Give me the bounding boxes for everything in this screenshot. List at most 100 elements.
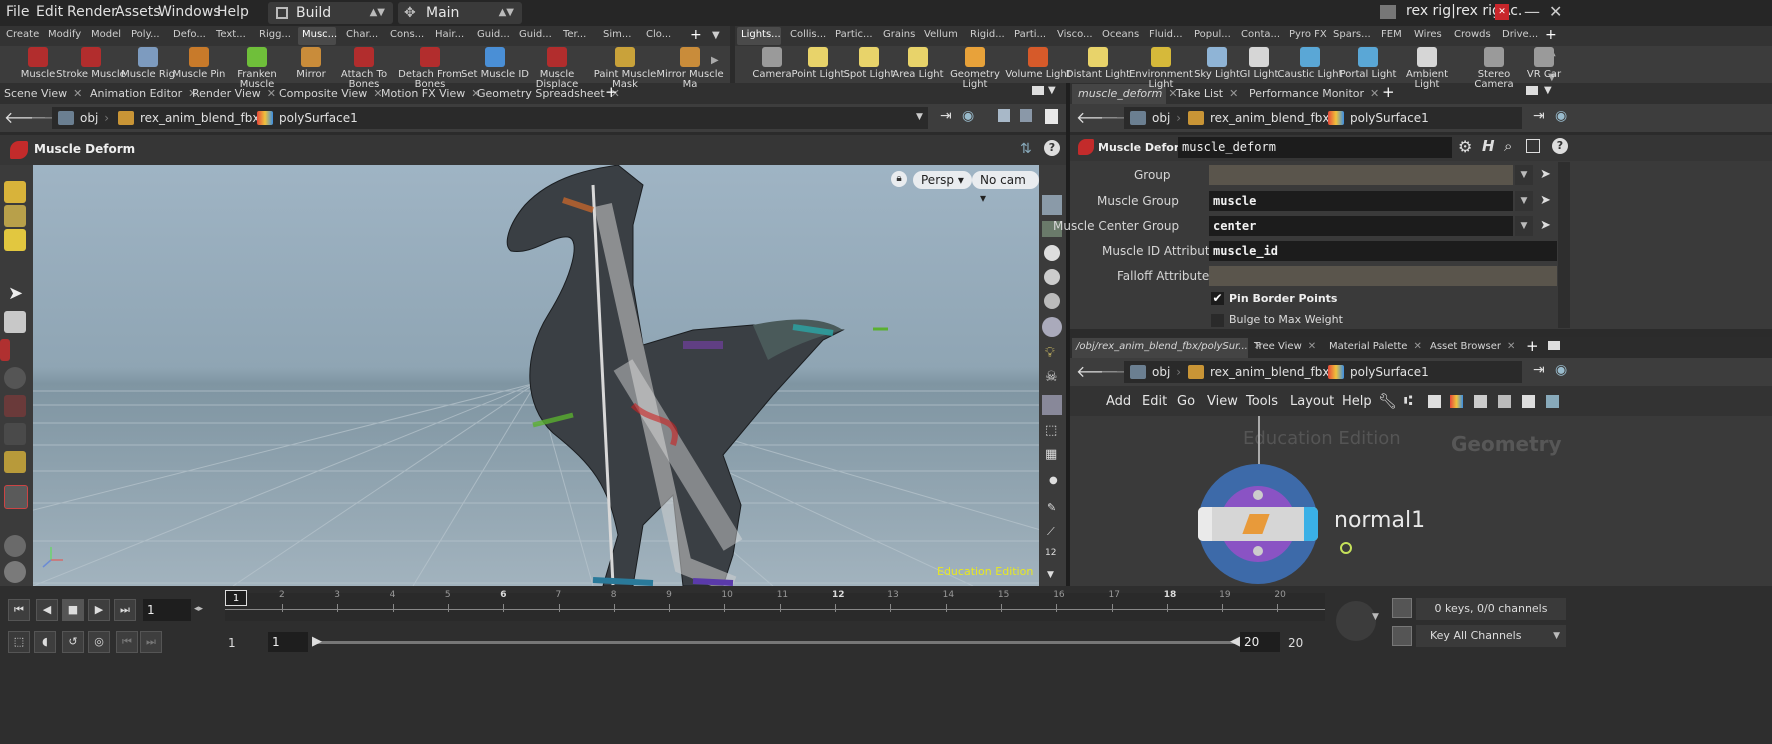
shelf-tool-left-9[interactable]: Muscle Displace [522, 47, 592, 90]
right-crumb-obj[interactable]: obj › [1130, 109, 1181, 127]
group-dropdown-icon[interactable]: ▼ [1515, 165, 1533, 185]
wrench-icon[interactable]: 🔧︎ [1378, 392, 1397, 410]
handle-icon[interactable] [4, 229, 26, 251]
shelf-tab-grains[interactable]: Grains [883, 29, 915, 40]
color-grid-icon[interactable] [1450, 395, 1463, 408]
select-arrow-icon[interactable]: ➤ [8, 283, 23, 304]
snapshot-icon[interactable] [1045, 109, 1058, 124]
network-menu-help[interactable]: Help [1342, 394, 1372, 409]
network-maximize-icon[interactable] [1548, 341, 1560, 350]
tab-material-palette[interactable]: Material Palette ✕ [1329, 341, 1422, 352]
param-muscle-group-field[interactable]: muscle [1209, 191, 1513, 211]
pane-maximize-icon[interactable] [1032, 86, 1044, 95]
rotate-icon[interactable] [4, 367, 26, 389]
shelf-tab-fluid[interactable]: Fluid... [1149, 29, 1183, 40]
node-input-port[interactable] [1253, 490, 1263, 500]
network-crumb-polysurface[interactable]: polySurface1 [1328, 363, 1429, 381]
network-link-icon[interactable]: ◉ [1555, 362, 1567, 378]
node-bypass-flag[interactable] [1198, 507, 1212, 541]
shelf-tab-model[interactable]: Model [91, 29, 121, 40]
audio-button[interactable]: ◖ [34, 631, 56, 653]
shelf-tab-lights[interactable]: Lights... [741, 29, 781, 40]
scroll-down-icon[interactable]: ▼ [1047, 570, 1054, 580]
crumb-polysurface[interactable]: polySurface1 [257, 109, 358, 127]
jump-start-button[interactable]: ⏮ [8, 599, 30, 621]
bulge-checkbox[interactable] [1211, 314, 1224, 327]
crumb-rex-anim[interactable]: rex_anim_blend_fbx› [118, 109, 270, 127]
shelf-tab-clo[interactable]: Clo... [646, 29, 671, 40]
range-start-handle[interactable]: ▶ [312, 634, 322, 649]
shelf-tab-drive[interactable]: Drive... [1502, 29, 1538, 40]
menu-windows[interactable]: Windows [158, 4, 221, 20]
tab-network-path[interactable]: /obj/rex_anim_blend_fbx/polySur... ✕ [1076, 341, 1262, 352]
shelf-tab-char[interactable]: Char... [346, 29, 378, 40]
right-crumb-polysurface[interactable]: polySurface1 [1328, 109, 1429, 127]
light-icon[interactable] [1044, 245, 1060, 261]
normal-node[interactable] [1198, 507, 1318, 541]
shelf-tab-partic[interactable]: Partic... [835, 29, 873, 40]
group-select-arrow-icon[interactable]: ➤ [1540, 167, 1551, 182]
brush-icon[interactable] [0, 339, 10, 361]
key-all-channels-button[interactable]: Key All Channels ▼ [1416, 625, 1566, 647]
persp-menu[interactable]: Persp ▾ [913, 171, 972, 189]
viewport-lock-icon[interactable]: 🔒︎ [891, 171, 907, 187]
link-icon[interactable]: ◉ [962, 108, 974, 124]
hda-icon[interactable]: H [1482, 137, 1495, 155]
menu-help[interactable]: Help [217, 4, 249, 20]
shelf-tab-create[interactable]: Create [6, 29, 39, 40]
shelf-tab-parti[interactable]: Parti... [1014, 29, 1046, 40]
close-button[interactable]: ✕ [1549, 2, 1562, 21]
shelf-tab-sim[interactable]: Sim... [603, 29, 631, 40]
smooth-shade-icon[interactable] [1044, 293, 1060, 309]
tab-tree-view[interactable]: Tree View ✕ [1254, 341, 1316, 352]
step-back-button[interactable]: ◀ [36, 599, 58, 621]
search-icon[interactable]: ⌕ [1504, 137, 1512, 155]
twelve-icon[interactable]: 12 [1045, 548, 1056, 558]
shelf-tab-musc[interactable]: Musc... [302, 29, 337, 40]
network-menu-tools[interactable]: Tools [1246, 394, 1278, 409]
loop-button[interactable]: ↺ [62, 631, 84, 653]
shelf-tab-modify[interactable]: Modify [48, 29, 81, 40]
network-menu-view[interactable]: View [1207, 394, 1238, 409]
add-shelf-tab-button[interactable]: + [690, 27, 702, 43]
shelf-tool-left-8[interactable]: Set Muscle ID [460, 47, 530, 80]
shelf-menu-chevron-icon[interactable]: ▼ [712, 30, 720, 41]
bone-icon[interactable] [4, 423, 26, 445]
camera-view-icon[interactable] [4, 535, 26, 557]
network-crumb-obj[interactable]: obj › [1130, 363, 1181, 381]
right-link-icon[interactable]: ◉ [1555, 108, 1567, 124]
tree-icon[interactable]: ⑆ [1404, 393, 1412, 409]
minimize-button[interactable]: — [1524, 2, 1540, 21]
add-shelf-tab-right-button[interactable]: + [1545, 27, 1557, 43]
op-name-field[interactable]: muscle_deform [1178, 137, 1452, 158]
menu-edit[interactable]: Edit [36, 4, 63, 20]
param-falloff-field[interactable] [1209, 266, 1557, 286]
add-network-tab-button[interactable]: + [1526, 337, 1539, 355]
shelf-tab-oceans[interactable]: Oceans [1102, 29, 1139, 40]
crumb-obj[interactable]: obj › [58, 109, 109, 127]
shelf-tab-fem[interactable]: FEM [1381, 29, 1402, 40]
center-group-select-arrow-icon[interactable]: ➤ [1540, 218, 1551, 233]
shelf-tab-poly[interactable]: Poly... [131, 29, 160, 40]
shelf-tab-guid2[interactable]: Guid... [519, 29, 552, 40]
shelf-tab-guid1[interactable]: Guid... [477, 29, 510, 40]
param-help-icon[interactable]: ? [1552, 138, 1568, 154]
pencil-icon[interactable]: ✎ [1047, 501, 1056, 514]
pane-menu-icon[interactable]: ▼ [1048, 85, 1056, 96]
shelf-tab-collis[interactable]: Collis... [790, 29, 826, 40]
point-icon[interactable]: ● [1049, 475, 1058, 486]
spare-params-icon[interactable] [1526, 139, 1540, 153]
realtime-button[interactable]: ⬚ [8, 631, 30, 653]
shelf-tab-text[interactable]: Text... [216, 29, 246, 40]
muscle-group-dropdown-icon[interactable]: ▼ [1515, 191, 1533, 211]
menu-assets[interactable]: Assets [115, 4, 161, 20]
shelf-tool-right-6[interactable]: Distant Light [1063, 47, 1133, 80]
tab-scene-view[interactable]: Scene View ✕ [4, 87, 82, 100]
display-icon[interactable] [1020, 109, 1032, 122]
channel-filter-icon[interactable] [1392, 626, 1412, 646]
shelf-tool-right-12[interactable]: Ambient Light [1392, 47, 1462, 90]
active-shade-icon[interactable] [1042, 317, 1062, 337]
scale-icon[interactable] [4, 395, 26, 417]
current-frame-field[interactable]: 1 [143, 599, 191, 621]
param-muscle-center-group-field[interactable]: center [1209, 216, 1513, 236]
